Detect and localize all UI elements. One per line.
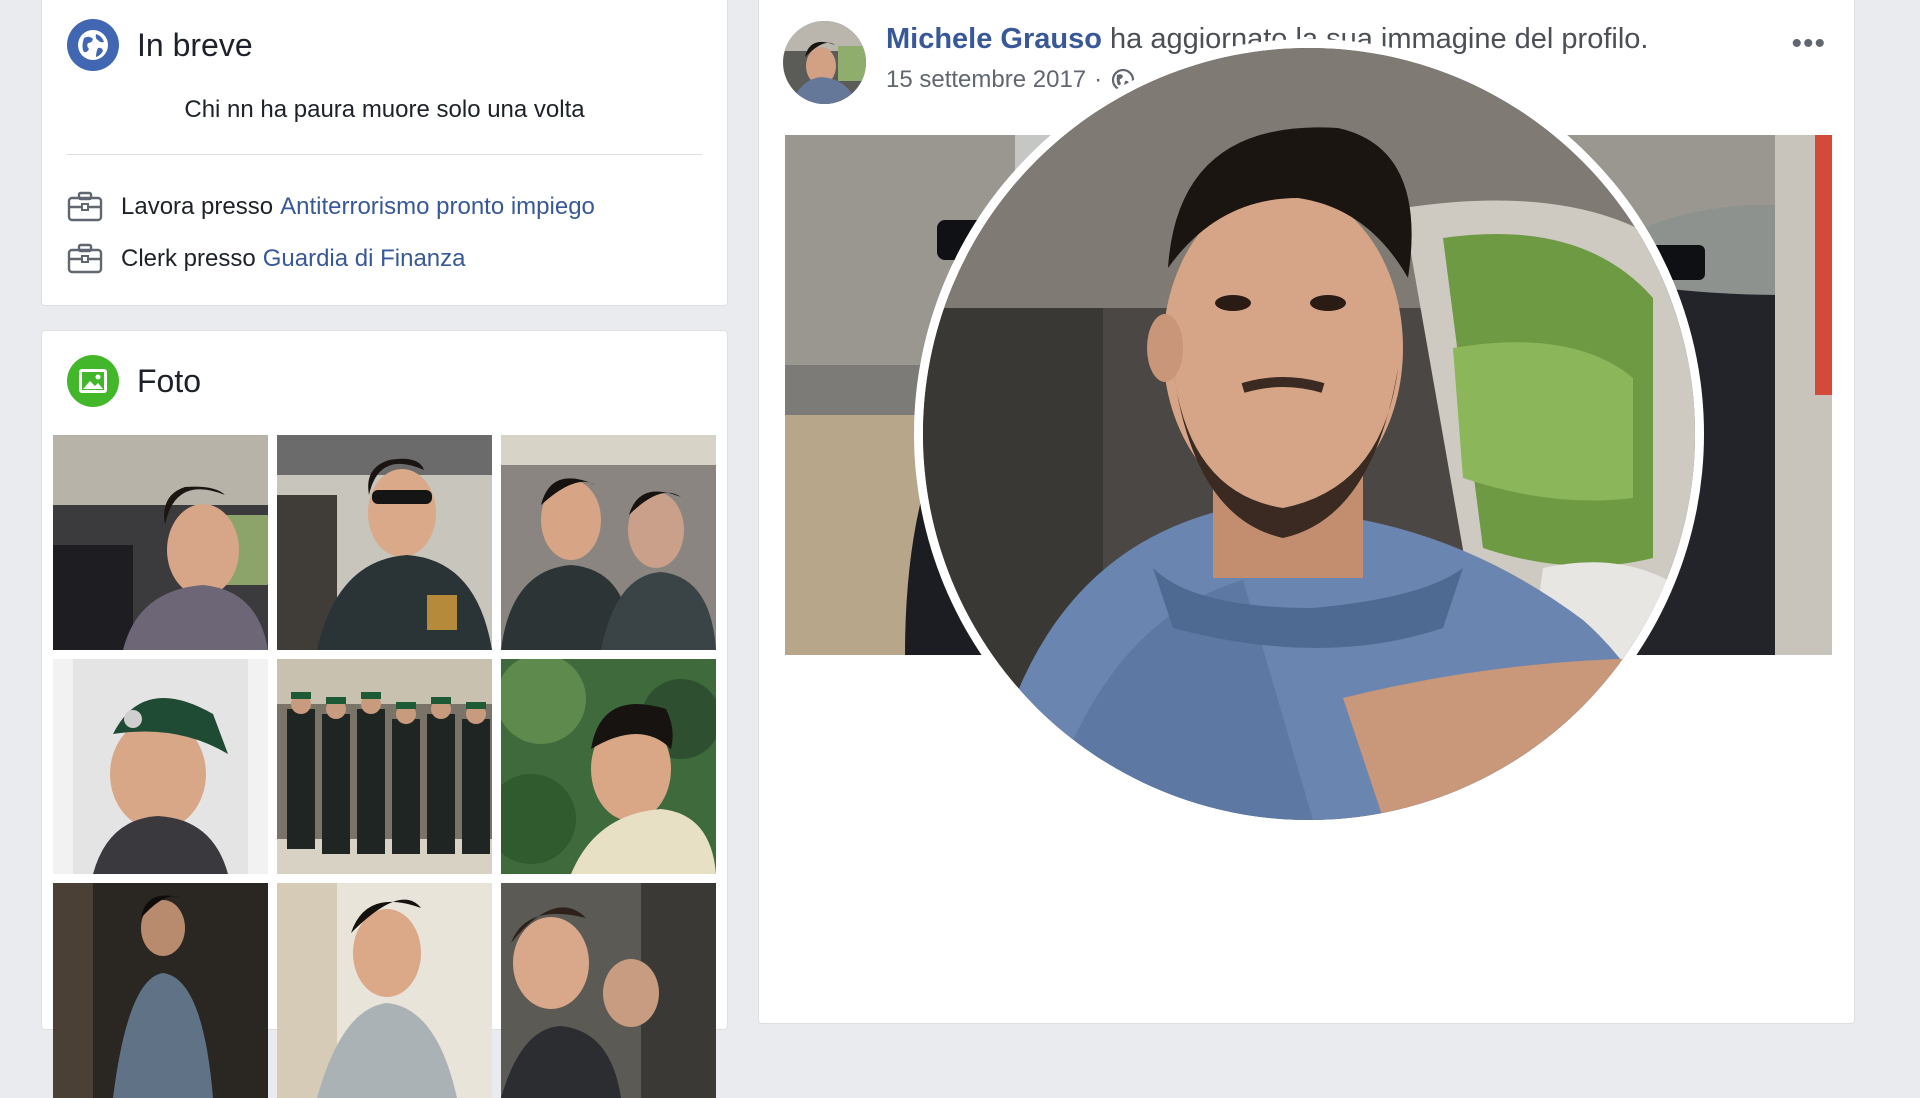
photo-thumbnail[interactable] bbox=[501, 659, 716, 874]
work-item: Lavora presso Antiterrorismo pronto impi… bbox=[67, 191, 595, 223]
photo-thumbnail[interactable] bbox=[277, 659, 492, 874]
photos-card: Foto bbox=[41, 330, 728, 1098]
post-timestamp-link[interactable]: 15 settembre 2017 bbox=[886, 66, 1086, 94]
intro-title: In breve bbox=[137, 26, 253, 63]
globe-icon bbox=[67, 19, 119, 71]
image-icon bbox=[67, 355, 119, 407]
work-prefix: Lavora presso bbox=[121, 193, 274, 220]
divider bbox=[67, 154, 702, 155]
photo-thumbnail[interactable] bbox=[53, 883, 268, 1098]
photo-thumbnail[interactable] bbox=[501, 883, 716, 1098]
photo-thumbnail[interactable] bbox=[501, 435, 716, 650]
intro-card: In breve Chi nn ha paura muore solo una … bbox=[41, 0, 728, 306]
intro-header: In breve bbox=[67, 19, 253, 71]
work-item: Clerk presso Guardia di Finanza bbox=[67, 243, 466, 275]
briefcase-icon bbox=[67, 191, 103, 222]
photos-header: Foto bbox=[67, 355, 201, 407]
work-employer-link[interactable]: Guardia di Finanza bbox=[263, 245, 466, 273]
work-prefix: Clerk presso bbox=[121, 245, 256, 272]
work-employer-link[interactable]: Antiterrorismo pronto impiego bbox=[280, 193, 595, 221]
photo-grid bbox=[53, 435, 716, 1098]
photo-thumbnail[interactable] bbox=[53, 435, 268, 650]
profile-update-post: Michele Grauso ha aggiornato la sua imma… bbox=[758, 0, 1855, 1024]
intro-bio: Chi nn ha paura muore solo una volta bbox=[184, 96, 585, 123]
profile-photo[interactable] bbox=[923, 48, 1695, 820]
more-options-icon[interactable]: ••• bbox=[1791, 27, 1826, 61]
profile-photo-frame bbox=[914, 39, 1704, 829]
photos-title[interactable]: Foto bbox=[137, 363, 201, 400]
photo-thumbnail[interactable] bbox=[277, 435, 492, 650]
author-avatar[interactable] bbox=[783, 21, 866, 104]
photo-thumbnail[interactable] bbox=[277, 883, 492, 1098]
meta-separator: · bbox=[1094, 66, 1103, 93]
author-name-link[interactable]: Michele Grauso bbox=[886, 23, 1102, 55]
briefcase-icon bbox=[67, 243, 103, 274]
photo-thumbnail[interactable] bbox=[53, 659, 268, 874]
